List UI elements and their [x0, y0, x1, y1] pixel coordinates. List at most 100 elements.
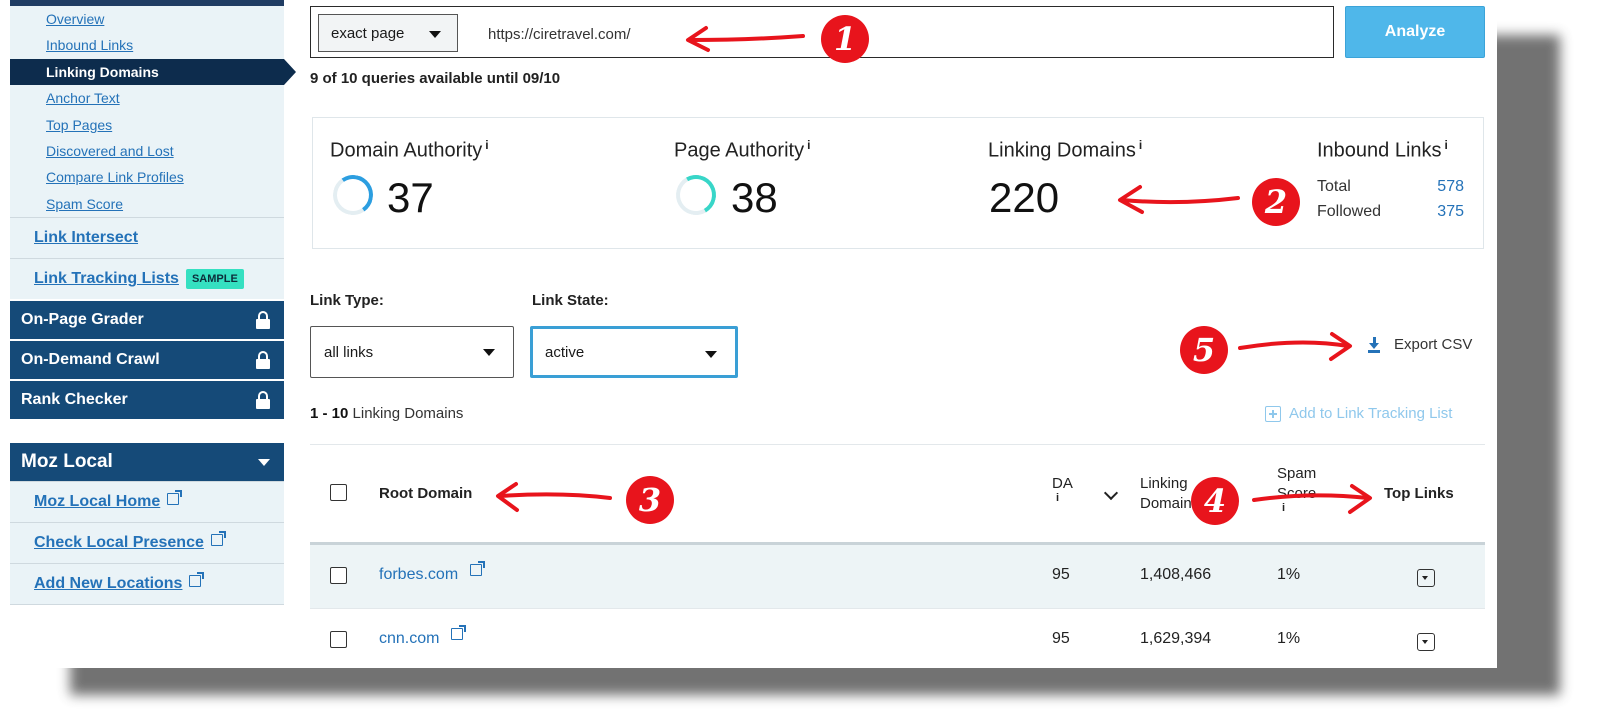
main-content: exact page Analyze 9 of 10 queries avail…: [310, 0, 1485, 668]
linking-domains-value: 220: [989, 174, 1060, 221]
domain-authority-label: Domain Authority i: [330, 138, 489, 163]
root-domain-text: forbes.com: [379, 566, 459, 583]
export-csv-label: Export CSV: [1394, 336, 1473, 353]
column-da-label: DA: [1052, 475, 1073, 492]
linking-domains-label-text: Linking Domains: [988, 139, 1136, 162]
sidebar-item-overview[interactable]: Overview: [10, 6, 284, 32]
sidebar-item-spam-score[interactable]: Spam Score: [10, 191, 284, 217]
annotation-marker-2: 2: [1252, 178, 1300, 226]
column-root-domain[interactable]: Root Domain: [379, 484, 472, 504]
annotation-marker-3: 3: [626, 476, 674, 524]
spam-score-cell: 1%: [1277, 630, 1301, 647]
annotation-marker-5: 5: [1180, 326, 1228, 374]
top-links-expand-button[interactable]: [1417, 633, 1435, 651]
page-authority-value: 38: [731, 174, 778, 221]
info-icon[interactable]: i: [1445, 138, 1448, 152]
page-authority-label-text: Page Authority: [674, 139, 805, 162]
domain-authority-value: 37: [387, 174, 434, 221]
sidebar-item-moz-local-home[interactable]: Moz Local Home: [10, 481, 284, 523]
column-top-links: Top Links: [1384, 485, 1454, 502]
sidebar-item-on-page-grader[interactable]: On-Page Grader: [10, 301, 284, 340]
linking-domains-cell: 1,408,466: [1140, 566, 1212, 583]
external-link-icon[interactable]: [450, 625, 466, 640]
page-authority-gauge: [671, 170, 721, 220]
inbound-links-label-text: Inbound Links: [1317, 139, 1442, 162]
scope-select-value: exact page: [331, 24, 405, 42]
moz-local-label: Moz Local: [21, 451, 113, 473]
select-all-checkbox[interactable]: [330, 484, 347, 501]
sidebar-item-linking-domains[interactable]: Linking Domains: [10, 58, 296, 86]
row-checkbox[interactable]: [330, 567, 347, 584]
column-da[interactable]: DA i: [1052, 474, 1073, 504]
moz-local-section-toggle[interactable]: Moz Local: [10, 443, 284, 482]
sidebar-item-check-local-presence[interactable]: Check Local Presence: [10, 522, 284, 564]
sort-chevron-icon[interactable]: [1103, 485, 1119, 501]
external-link-icon: [189, 572, 205, 588]
external-link-icon[interactable]: [469, 561, 485, 576]
sidebar-item-add-new-locations[interactable]: Add New Locations: [10, 563, 284, 606]
row-checkbox[interactable]: [330, 631, 347, 648]
info-icon[interactable]: i: [1277, 503, 1316, 514]
sidebar-item-discovered-and-lost[interactable]: Discovered and Lost: [10, 138, 284, 164]
link-state-value: active: [545, 343, 585, 361]
info-icon[interactable]: i: [485, 138, 488, 152]
scope-select[interactable]: exact page: [318, 14, 458, 52]
info-icon[interactable]: i: [807, 138, 810, 152]
page-authority-label: Page Authority i: [674, 138, 810, 163]
spam-score-cell: 1%: [1277, 566, 1301, 583]
sidebar: Overview Inbound Links Linking Domains A…: [10, 0, 296, 668]
sidebar-item-anchor-text[interactable]: Anchor Text: [10, 85, 284, 111]
caret-down-icon: [429, 31, 441, 38]
inbound-total-label: Total: [1317, 178, 1351, 195]
sidebar-item-rank-checker[interactable]: Rank Checker: [10, 381, 284, 420]
sidebar-item-top-pages[interactable]: Top Pages: [10, 112, 284, 138]
results-range-label: Linking Domains: [352, 405, 464, 422]
info-icon[interactable]: i: [1052, 493, 1073, 504]
link-tracking-label: Link Tracking Lists: [34, 270, 179, 288]
link-explorer-submenu: Overview Inbound Links Linking Domains A…: [10, 6, 296, 218]
table-row: cnn.com 95 1,629,394 1%: [310, 609, 1485, 668]
check-local-presence-label: Check Local Presence: [34, 534, 204, 552]
linking-domains-cell: 1,629,394: [1140, 630, 1212, 647]
add-new-locations-label: Add New Locations: [34, 575, 183, 593]
sidebar-item-link-intersect[interactable]: Link Intersect: [10, 217, 284, 259]
column-linking-domains[interactable]: Linking Domains: [1140, 474, 1199, 514]
sidebar-item-inbound-links[interactable]: Inbound Links: [10, 32, 284, 58]
table-row: forbes.com 95 1,408,466 1%: [310, 545, 1485, 609]
link-type-value: all links: [324, 343, 374, 361]
export-csv-button[interactable]: Export CSV: [1368, 336, 1472, 353]
inbound-followed-value[interactable]: 375: [1404, 203, 1464, 221]
rank-checker-label: Rank Checker: [21, 391, 128, 409]
add-to-link-tracking-button[interactable]: Add to Link Tracking List: [1265, 405, 1452, 422]
download-icon: [1368, 336, 1380, 353]
da-cell: 95: [1052, 630, 1070, 647]
chevron-down-icon: [258, 458, 270, 466]
top-links-expand-button[interactable]: [1417, 569, 1435, 587]
analyze-button[interactable]: Analyze: [1345, 6, 1485, 58]
domain-authority-label-text: Domain Authority: [330, 139, 483, 162]
linking-domains-table: Root Domain DA i Linking Domains Spam Sc…: [310, 444, 1485, 668]
sidebar-item-compare-link-profiles[interactable]: Compare Link Profiles: [10, 164, 284, 190]
linking-domains-label: Linking Domains i: [988, 138, 1142, 163]
results-count: 1 - 10 Linking Domains: [310, 405, 463, 422]
link-state-label: Link State:: [532, 292, 609, 309]
info-icon[interactable]: i: [1139, 138, 1142, 152]
caret-down-icon: [483, 349, 495, 356]
caret-down-icon: [705, 351, 717, 358]
root-domain-link[interactable]: cnn.com: [379, 625, 466, 648]
table-header: Root Domain DA i Linking Domains Spam Sc…: [310, 444, 1485, 545]
inbound-total-value[interactable]: 578: [1404, 178, 1464, 196]
link-state-select[interactable]: active: [530, 326, 738, 378]
root-domain-link[interactable]: forbes.com: [379, 561, 485, 584]
link-type-select[interactable]: all links: [310, 326, 514, 378]
annotation-marker-1: 1: [821, 15, 869, 63]
sidebar-item-on-demand-crawl[interactable]: On-Demand Crawl: [10, 341, 284, 380]
da-cell: 95: [1052, 566, 1070, 583]
domain-authority-gauge: [329, 171, 377, 219]
sidebar-item-link-tracking-lists[interactable]: Link Tracking Lists SAMPLE: [10, 258, 284, 300]
url-input[interactable]: [486, 21, 1310, 47]
column-spam-score[interactable]: Spam Score i: [1277, 464, 1316, 514]
link-intersect-label: Link Intersect: [34, 229, 139, 247]
external-link-icon: [167, 490, 183, 506]
lock-icon: [256, 391, 270, 410]
